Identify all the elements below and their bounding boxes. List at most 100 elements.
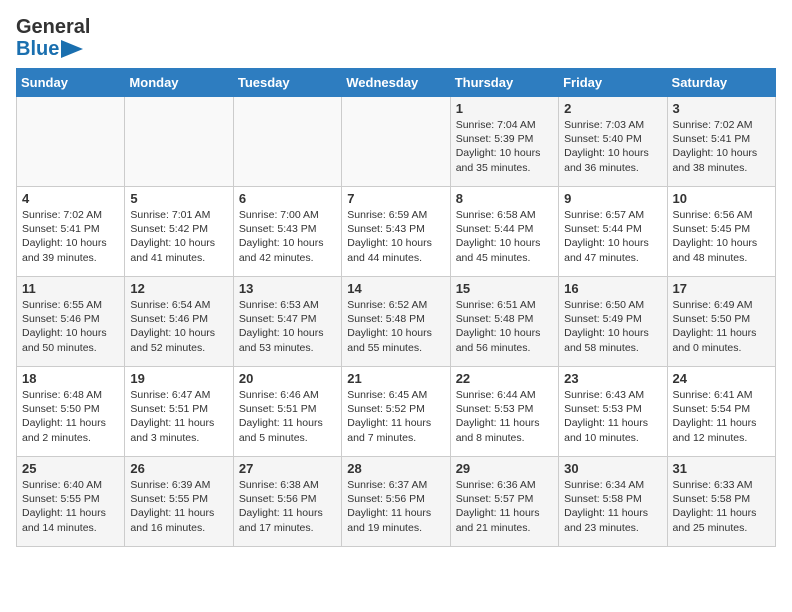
week-row-4: 18Sunrise: 6:48 AMSunset: 5:50 PMDayligh… — [17, 367, 776, 457]
day-number: 16 — [564, 281, 661, 296]
day-number: 24 — [673, 371, 770, 386]
calendar-cell: 21Sunrise: 6:45 AMSunset: 5:52 PMDayligh… — [342, 367, 450, 457]
day-number: 15 — [456, 281, 553, 296]
day-info: Daylight: 11 hours — [22, 416, 119, 430]
day-info: Sunrise: 6:41 AM — [673, 388, 770, 402]
day-info: and 42 minutes. — [239, 251, 336, 265]
calendar-cell — [233, 97, 341, 187]
day-number: 30 — [564, 461, 661, 476]
calendar-cell: 16Sunrise: 6:50 AMSunset: 5:49 PMDayligh… — [559, 277, 667, 367]
day-number: 20 — [239, 371, 336, 386]
day-info: Sunset: 5:41 PM — [22, 222, 119, 236]
day-info: Sunset: 5:49 PM — [564, 312, 661, 326]
day-info: Sunrise: 7:00 AM — [239, 208, 336, 222]
calendar-cell — [17, 97, 125, 187]
day-info: Sunset: 5:47 PM — [239, 312, 336, 326]
header-sunday: Sunday — [17, 69, 125, 97]
day-info: Sunset: 5:51 PM — [130, 402, 227, 416]
day-number: 18 — [22, 371, 119, 386]
day-info: Daylight: 10 hours — [456, 146, 553, 160]
calendar-cell: 9 Sunrise: 6:57 AMSunset: 5:44 PMDaylight… — [559, 187, 667, 277]
day-info: Sunset: 5:50 PM — [673, 312, 770, 326]
day-number: 27 — [239, 461, 336, 476]
day-info: Daylight: 10 hours — [347, 326, 444, 340]
calendar-cell: 10Sunrise: 6:56 AMSunset: 5:45 PMDayligh… — [667, 187, 775, 277]
day-info: and 16 minutes. — [130, 521, 227, 535]
calendar-cell — [342, 97, 450, 187]
day-info: Sunset: 5:43 PM — [239, 222, 336, 236]
week-row-5: 25Sunrise: 6:40 AMSunset: 5:55 PMDayligh… — [17, 457, 776, 547]
day-info: Daylight: 11 hours — [673, 416, 770, 430]
day-info: Daylight: 11 hours — [673, 506, 770, 520]
header-thursday: Thursday — [450, 69, 558, 97]
day-info: Sunset: 5:39 PM — [456, 132, 553, 146]
day-number: 1 — [456, 101, 553, 116]
header-friday: Friday — [559, 69, 667, 97]
day-info: and 25 minutes. — [673, 521, 770, 535]
day-number: 22 — [456, 371, 553, 386]
day-info: Daylight: 11 hours — [564, 506, 661, 520]
day-info: Daylight: 10 hours — [564, 326, 661, 340]
day-number: 11 — [22, 281, 119, 296]
day-info: Daylight: 10 hours — [673, 236, 770, 250]
calendar-cell: 26Sunrise: 6:39 AMSunset: 5:55 PMDayligh… — [125, 457, 233, 547]
day-info: and 23 minutes. — [564, 521, 661, 535]
day-number: 28 — [347, 461, 444, 476]
day-info: Sunset: 5:46 PM — [130, 312, 227, 326]
calendar-cell — [125, 97, 233, 187]
day-info: Daylight: 11 hours — [347, 506, 444, 520]
day-info: and 2 minutes. — [22, 431, 119, 445]
day-number: 7 — [347, 191, 444, 206]
calendar-cell: 28Sunrise: 6:37 AMSunset: 5:56 PMDayligh… — [342, 457, 450, 547]
day-info: Sunset: 5:44 PM — [564, 222, 661, 236]
day-info: Sunrise: 6:34 AM — [564, 478, 661, 492]
calendar-cell: 20Sunrise: 6:46 AMSunset: 5:51 PMDayligh… — [233, 367, 341, 457]
day-info: Daylight: 10 hours — [239, 236, 336, 250]
day-info: Sunrise: 6:49 AM — [673, 298, 770, 312]
day-info: Sunset: 5:57 PM — [456, 492, 553, 506]
day-info: Sunrise: 6:58 AM — [456, 208, 553, 222]
day-info: Sunrise: 6:38 AM — [239, 478, 336, 492]
day-info: Sunset: 5:40 PM — [564, 132, 661, 146]
day-number: 12 — [130, 281, 227, 296]
day-info: and 52 minutes. — [130, 341, 227, 355]
day-info: Sunset: 5:51 PM — [239, 402, 336, 416]
day-number: 23 — [564, 371, 661, 386]
day-info: and 3 minutes. — [130, 431, 227, 445]
day-info: and 19 minutes. — [347, 521, 444, 535]
day-info: Sunrise: 6:36 AM — [456, 478, 553, 492]
day-info: Sunset: 5:46 PM — [22, 312, 119, 326]
header-saturday: Saturday — [667, 69, 775, 97]
day-number: 9 — [564, 191, 661, 206]
day-info: Sunrise: 6:51 AM — [456, 298, 553, 312]
day-info: and 45 minutes. — [456, 251, 553, 265]
day-info: Daylight: 10 hours — [130, 236, 227, 250]
day-number: 5 — [130, 191, 227, 206]
day-info: and 5 minutes. — [239, 431, 336, 445]
header-tuesday: Tuesday — [233, 69, 341, 97]
day-info: Daylight: 11 hours — [239, 416, 336, 430]
day-number: 6 — [239, 191, 336, 206]
day-info: and 55 minutes. — [347, 341, 444, 355]
day-info: Sunrise: 6:37 AM — [347, 478, 444, 492]
calendar-cell: 25Sunrise: 6:40 AMSunset: 5:55 PMDayligh… — [17, 457, 125, 547]
day-info: and 7 minutes. — [347, 431, 444, 445]
page-header: General Blue — [16, 16, 776, 60]
calendar-cell: 12Sunrise: 6:54 AMSunset: 5:46 PMDayligh… — [125, 277, 233, 367]
day-info: Daylight: 10 hours — [564, 236, 661, 250]
day-info: Sunset: 5:58 PM — [564, 492, 661, 506]
day-info: Daylight: 11 hours — [456, 416, 553, 430]
day-info: Sunrise: 6:57 AM — [564, 208, 661, 222]
calendar-table: SundayMondayTuesdayWednesdayThursdayFrid… — [16, 68, 776, 547]
day-info: Sunrise: 6:44 AM — [456, 388, 553, 402]
day-info: and 21 minutes. — [456, 521, 553, 535]
day-info: and 58 minutes. — [564, 341, 661, 355]
day-info: Daylight: 10 hours — [456, 326, 553, 340]
day-info: Daylight: 11 hours — [239, 506, 336, 520]
calendar-cell: 4Sunrise: 7:02 AMSunset: 5:41 PMDaylight… — [17, 187, 125, 277]
week-row-3: 11Sunrise: 6:55 AMSunset: 5:46 PMDayligh… — [17, 277, 776, 367]
calendar-cell: 2Sunrise: 7:03 AMSunset: 5:40 PMDaylight… — [559, 97, 667, 187]
day-number: 17 — [673, 281, 770, 296]
logo-general: General — [16, 16, 90, 38]
day-info: Daylight: 10 hours — [456, 236, 553, 250]
